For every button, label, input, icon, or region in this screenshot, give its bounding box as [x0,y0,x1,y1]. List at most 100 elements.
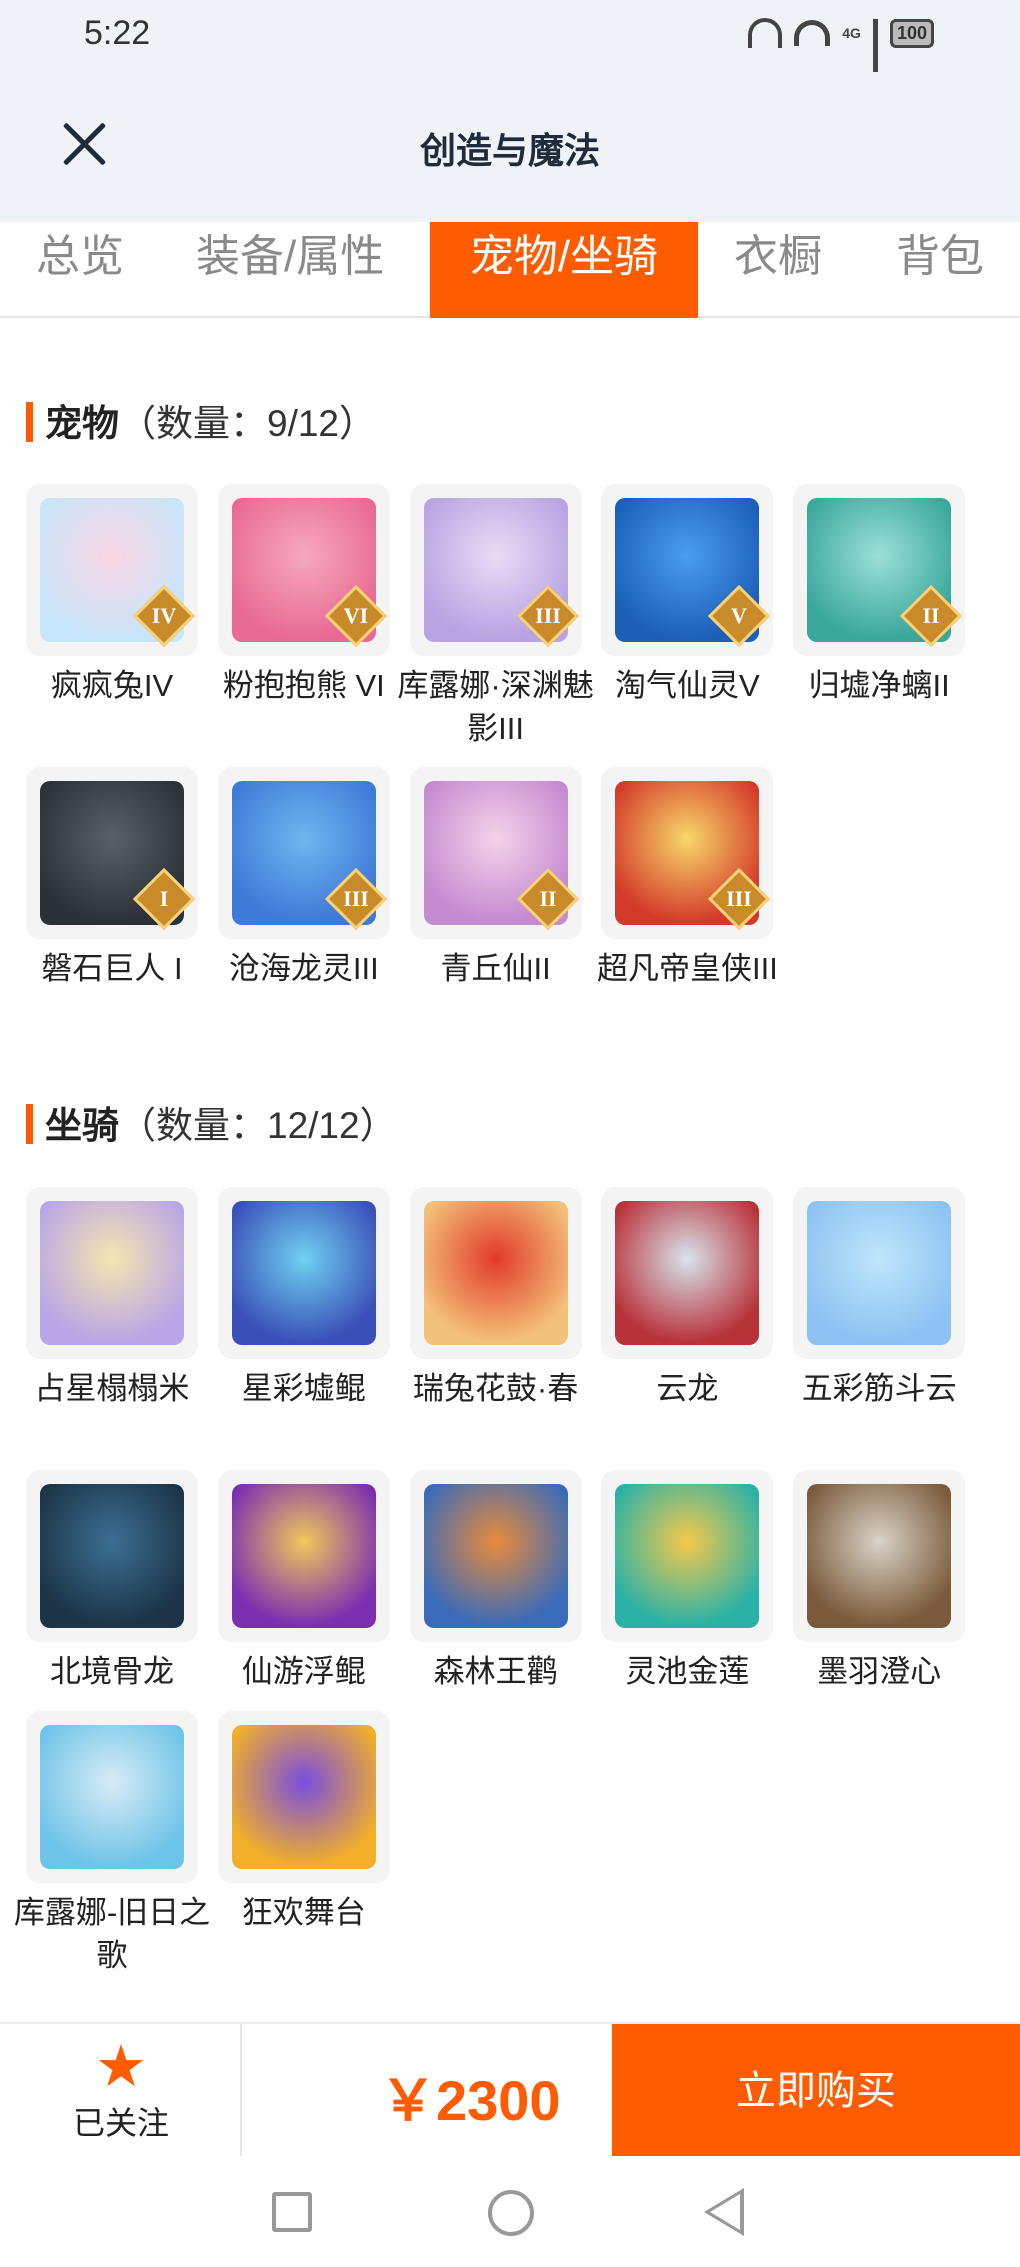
wifi-icon [794,20,831,46]
mount-thumbnail [601,1470,774,1642]
tab-backpack[interactable]: 背包 [896,222,984,318]
pet-thumbnail: IV [26,484,198,656]
network-type: 4G [842,25,861,41]
starry-whale-mount-icon [231,1201,376,1345]
mount-name: 库露娜-旧日之歌 [13,1895,211,1973]
mount-item[interactable]: 灵池金莲 [601,1470,774,1693]
red-dragon-mount-icon [615,1201,760,1345]
mount-name: 仙游浮鲲 [241,1654,366,1689]
star-icon: ★ [95,2034,147,2099]
cloud-mount-icon [807,1201,952,1345]
system-nav-bar [0,2156,1020,2267]
level-badge-text: III [726,886,753,911]
level-badge-text: I [159,886,169,911]
bottom-action-bar: ★ 已关注 ￥2300 立即购买 [0,2022,1020,2158]
pet-item[interactable]: VI 粉抱抱熊 VI [217,484,390,707]
red-drum-mount-icon [423,1201,568,1345]
tab-equipment[interactable]: 装备/属性 [196,222,384,318]
mount-name: 灵池金莲 [625,1654,750,1689]
tab-pets-mounts[interactable]: 宠物/坐骑 [430,222,698,318]
mount-item[interactable]: 占星榻榻米 [26,1187,198,1410]
section-accent-bar [26,1104,33,1144]
status-bar: 5:22 4G 100 [0,0,1020,87]
recent-apps-icon[interactable] [272,2192,312,2232]
mount-name: 瑞兔花鼓·春 [412,1371,579,1406]
mount-thumbnail [409,1470,582,1642]
level-badge-text: VI [343,603,369,628]
mount-item[interactable]: 墨羽澄心 [793,1470,966,1693]
mounts-count: （数量：12/12） [119,1105,397,1146]
pet-item[interactable]: II 青丘仙II [409,767,582,990]
mount-thumbnail [26,1470,198,1642]
mount-item[interactable]: 北境骨龙 [26,1470,198,1693]
bone-dragon-mount-icon [40,1484,184,1628]
cloud-girl-mount-icon [40,1725,184,1869]
pet-item[interactable]: V 淘气仙灵V [601,484,774,707]
mounts-section-header: 坐骑（数量：12/12） [26,1095,397,1149]
battery-icon: 100 [889,18,934,48]
mount-name: 五彩筋斗云 [801,1371,957,1406]
follow-button[interactable]: ★ 已关注 [0,2024,242,2158]
title-bar: 创造与魔法 [0,72,1020,222]
pet-item[interactable]: III 超凡帝皇侠III [597,767,778,990]
tab-overview[interactable]: 总览 [36,222,124,318]
back-icon[interactable] [704,2188,744,2236]
mount-name: 云龙 [656,1371,719,1406]
pet-item[interactable]: IV 疯疯兔IV [26,484,198,707]
mount-item[interactable]: 星彩墟鲲 [217,1187,390,1410]
mount-item[interactable]: 仙游浮鲲 [217,1470,390,1693]
golden-lotus-mount-icon [615,1484,760,1628]
golden-lantern-mount-icon [40,1201,184,1345]
mount-name: 狂欢舞台 [241,1895,366,1930]
purple-fish-mount-icon [231,1484,376,1628]
level-badge-text: IV [151,603,177,628]
pet-item[interactable]: III 沧海龙灵III [217,767,390,990]
pet-thumbnail: II [793,484,966,656]
mount-item[interactable]: 狂欢舞台 [217,1711,390,1934]
level-badge-text: II [539,886,557,911]
mount-thumbnail [409,1187,582,1359]
mount-thumbnail [793,1187,966,1359]
speed-icon [748,18,783,48]
buy-now-button[interactable]: 立即购买 [612,2024,1020,2158]
mount-item[interactable]: 瑞兔花鼓·春 [409,1187,582,1410]
mounts-section-title: 坐骑 [45,1105,119,1146]
status-icons: 4G 100 [748,18,934,87]
mount-thumbnail [217,1187,390,1359]
pets-section-header: 宠物（数量：9/12） [26,393,376,447]
pet-name: 超凡帝皇侠III [596,951,778,986]
pet-thumbnail: I [26,767,198,939]
level-badge-text: III [342,886,369,911]
pet-name: 归墟净螭II [808,668,950,703]
home-icon[interactable] [488,2190,534,2236]
mount-thumbnail [793,1470,966,1642]
pet-thumbnail: III [601,767,774,939]
stork-mount-icon [423,1484,568,1628]
mount-item[interactable]: 五彩筋斗云 [793,1187,966,1410]
pet-item[interactable]: I 磐石巨人 I [26,767,198,990]
mount-item[interactable]: 云龙 [601,1187,774,1410]
mount-thumbnail [217,1470,390,1642]
pet-item[interactable]: III 库露娜·深渊魅影III [397,484,594,750]
pet-thumbnail: VI [217,484,390,656]
mount-name: 墨羽澄心 [817,1654,942,1689]
pet-name: 沧海龙灵III [228,951,379,986]
follow-label: 已关注 [72,2105,169,2141]
pet-thumbnail: III [409,484,582,656]
pet-name: 库露娜·深渊魅影III [397,668,594,746]
tab-wardrobe[interactable]: 衣橱 [734,222,822,318]
mount-name: 北境骨龙 [50,1654,174,1689]
level-badge-text: V [731,603,748,628]
pet-name: 粉抱抱熊 VI [222,668,385,703]
pets-section-title: 宠物 [45,403,119,444]
mount-item[interactable]: 森林王鹳 [409,1470,582,1693]
level-badge-text: II [922,603,940,628]
pet-item[interactable]: II 归墟净螭II [793,484,966,707]
pet-name: 淘气仙灵V [615,668,760,703]
pet-thumbnail: II [409,767,582,939]
mount-thumbnail [601,1187,774,1359]
mount-item[interactable]: 库露娜-旧日之歌 [14,1711,210,1977]
mount-name: 星彩墟鲲 [241,1371,366,1406]
pet-name: 磐石巨人 I [41,951,183,986]
pet-name: 疯疯兔IV [50,668,174,703]
